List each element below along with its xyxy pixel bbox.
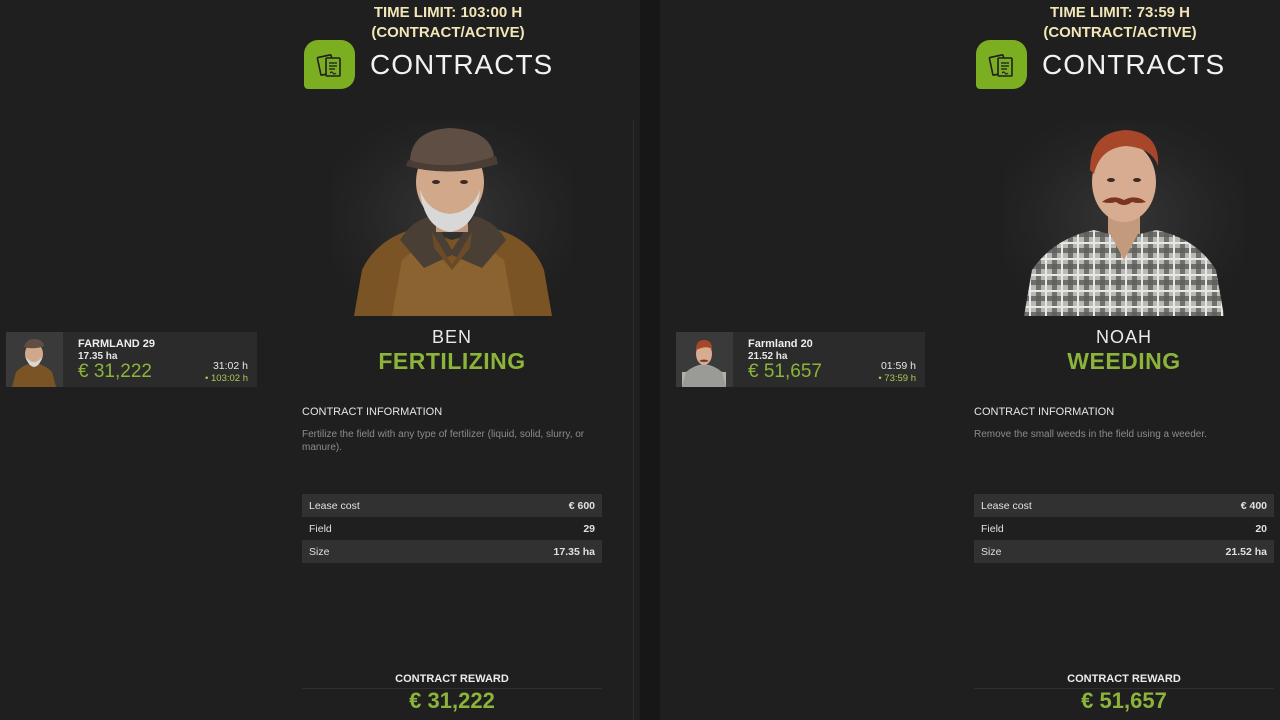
time-total: • 73:59 h xyxy=(878,373,916,384)
time-limit-value: TIME LIMIT: 73:59 H xyxy=(1049,4,1191,21)
detail-value: 21.52 ha xyxy=(1225,545,1267,558)
detail-label: Size xyxy=(981,545,1002,558)
detail-value: € 400 xyxy=(1240,499,1267,512)
contract-description: Remove the small weeds in the field usin… xyxy=(974,429,1207,440)
npc-portrait-noah xyxy=(1004,120,1244,316)
detail-label: Field xyxy=(309,522,332,535)
job-title: FERTILIZING xyxy=(378,348,526,374)
detail-row-size: Size 21.52 ha xyxy=(974,540,1274,563)
detail-row-field: Field 29 xyxy=(302,517,602,540)
contract-reward-value: € 51,657 xyxy=(1081,688,1167,713)
detail-label: Lease cost xyxy=(981,499,1032,512)
contract-list-item[interactable]: FARMLAND 29 17.35 ha € 31,222 31:02 h • … xyxy=(6,332,257,387)
npc-name: NOAH xyxy=(1095,327,1152,347)
time-remaining: 31:02 h xyxy=(212,360,248,372)
farmland-name: FARMLAND 29 xyxy=(78,338,156,350)
detail-value: € 600 xyxy=(568,499,595,512)
detail-row-lease-cost: Lease cost € 600 xyxy=(302,494,602,517)
farmland-name: Farmland 20 xyxy=(748,338,813,350)
screenshot-separator xyxy=(640,0,660,720)
contract-document-icon xyxy=(976,40,1027,89)
contract-list-item-body: FARMLAND 29 17.35 ha € 31,222 31:02 h • … xyxy=(63,332,257,387)
npc-thumbnail xyxy=(676,332,733,387)
contract-document-icon xyxy=(304,40,355,89)
detail-row-lease-cost: Lease cost € 400 xyxy=(974,494,1274,517)
contracts-title: CONTRACTS xyxy=(1042,48,1226,80)
contract-reward-value: € 31,222 xyxy=(409,688,495,713)
contract-panel-right: TIME LIMIT: 73:59 H (CONTRACT/ACTIVE) CO… xyxy=(660,0,1280,720)
detail-label: Lease cost xyxy=(309,499,360,512)
detail-row-size: Size 17.35 ha xyxy=(302,540,602,563)
detail-row-field: Field 20 xyxy=(974,517,1274,540)
contract-details-table: Lease cost € 600 Field 29 Size 17.35 ha xyxy=(302,494,602,563)
panel-divider xyxy=(633,120,634,720)
detail-value: 29 xyxy=(583,522,595,535)
detail-label: Size xyxy=(309,545,330,558)
npc-portrait-ben xyxy=(332,120,572,316)
time-total: • 103:02 h xyxy=(205,373,248,384)
detail-value: 17.35 ha xyxy=(553,545,595,558)
contract-reward-heading: CONTRACT REWARD xyxy=(395,673,509,685)
contract-info-heading: CONTRACT INFORMATION xyxy=(974,406,1115,418)
job-title: WEEDING xyxy=(1067,348,1181,374)
contract-description: Fertilize the field with any type of fer… xyxy=(302,429,585,453)
contract-info-heading: CONTRACT INFORMATION xyxy=(302,406,443,418)
contract-panel-left: TIME LIMIT: 103:00 H (CONTRACT/ACTIVE) C… xyxy=(0,0,640,720)
contracts-header: CONTRACTS xyxy=(976,40,1225,89)
contract-list-item-body: Farmland 20 21.52 ha € 51,657 01:59 h • … xyxy=(733,332,925,387)
detail-label: Field xyxy=(981,522,1004,535)
contract-reward-heading: CONTRACT REWARD xyxy=(1067,673,1181,685)
contract-details-table: Lease cost € 400 Field 20 Size 21.52 ha xyxy=(974,494,1274,563)
time-limit-label: TIME LIMIT: 103:00 H (CONTRACT/ACTIVE) xyxy=(298,3,598,43)
time-limit-label: TIME LIMIT: 73:59 H (CONTRACT/ACTIVE) xyxy=(970,3,1270,43)
time-limit-value: TIME LIMIT: 103:00 H xyxy=(373,4,523,21)
time-remaining: 01:59 h xyxy=(880,360,916,372)
contract-list-item[interactable]: Farmland 20 21.52 ha € 51,657 01:59 h • … xyxy=(676,332,925,387)
npc-name: BEN xyxy=(431,327,472,347)
npc-thumbnail xyxy=(6,332,63,387)
detail-value: 20 xyxy=(1255,522,1267,535)
contracts-header: CONTRACTS xyxy=(304,40,553,89)
contracts-title: CONTRACTS xyxy=(370,48,554,80)
